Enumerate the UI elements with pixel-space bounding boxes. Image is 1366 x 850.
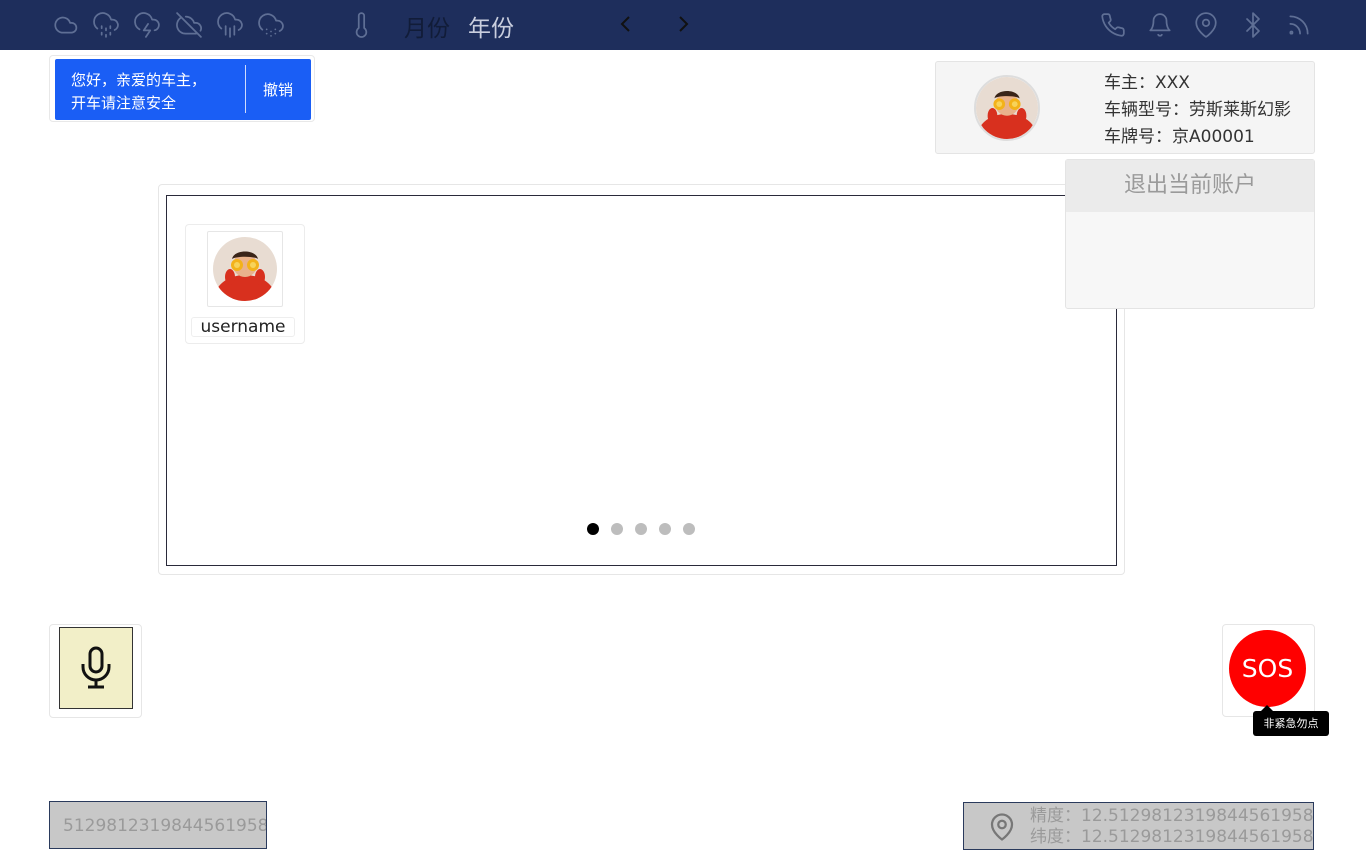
cloud-rain-icon[interactable] (217, 12, 243, 38)
thermometer-icon (349, 12, 375, 38)
rss-icon[interactable] (1286, 12, 1312, 38)
user-photo (207, 231, 283, 307)
carousel-dot-4[interactable] (659, 523, 671, 535)
latitude-text: 纬度：12.5129812319844561958 (1030, 827, 1314, 847)
cloud-snow-icon[interactable] (258, 12, 284, 38)
tab-year[interactable]: 年份 (468, 9, 514, 43)
carousel[interactable]: username (166, 195, 1117, 566)
vehicle-model: 车辆型号：劳斯莱斯幻影 (1104, 100, 1291, 120)
cloud-off-icon[interactable] (176, 12, 202, 38)
user-card[interactable]: username (185, 224, 305, 344)
location-panel: 精度：12.5129812319844561958 纬度：12.51298123… (963, 802, 1314, 850)
voice-button[interactable] (59, 627, 133, 709)
sos-panel: SOS (1222, 624, 1315, 717)
greeting-line-2: 开车请注意安全 (71, 94, 177, 112)
cloud-drizzle-icon[interactable] (93, 12, 119, 38)
carousel-dot-5[interactable] (683, 523, 695, 535)
phone-icon[interactable] (1100, 12, 1126, 38)
owner-name: 车主：XXX (1104, 73, 1190, 93)
next-arrow-icon[interactable] (673, 13, 693, 35)
carousel-pagination (587, 523, 695, 535)
cloud-icon[interactable] (52, 12, 78, 38)
location-pin-icon (987, 811, 1017, 843)
voice-panel (49, 624, 142, 718)
carousel-dot-3[interactable] (635, 523, 647, 535)
sos-tooltip: 非紧急勿点 (1253, 705, 1329, 736)
dismiss-button[interactable]: 撤销 (263, 79, 293, 100)
carousel-dot-2[interactable] (611, 523, 623, 535)
account-dropdown: 退出当前账户 (1065, 159, 1315, 309)
greeting-text: 您好，亲爱的车主， 开车请注意安全 (71, 69, 231, 115)
avatar-image (976, 77, 1038, 139)
divider (245, 65, 246, 113)
map-pin-icon[interactable] (1193, 12, 1219, 38)
license-plate: 车牌号：京A00001 (1104, 127, 1255, 147)
tab-month[interactable]: 月份 (404, 9, 450, 43)
microphone-icon (81, 646, 111, 689)
greeting-notice: 您好，亲爱的车主， 开车请注意安全 撤销 (55, 59, 311, 120)
avatar[interactable] (974, 75, 1040, 141)
cloud-lightning-icon[interactable] (134, 12, 160, 38)
avatar (213, 237, 277, 301)
profile-card[interactable]: 车主：XXX 车辆型号：劳斯莱斯幻影 车牌号：京A00001 (935, 61, 1315, 154)
carousel-dot-1[interactable] (587, 523, 599, 535)
bell-icon[interactable] (1147, 12, 1173, 38)
vehicle-info: 车主：XXX 车辆型号：劳斯莱斯幻影 车牌号：京A00001 (1104, 70, 1291, 151)
sos-button[interactable]: SOS (1229, 630, 1306, 707)
bluetooth-icon[interactable] (1240, 12, 1266, 38)
logout-menu-item[interactable]: 退出当前账户 (1066, 160, 1314, 212)
longitude-text: 精度：12.5129812319844561958 (1030, 806, 1314, 826)
carousel-panel: username (158, 184, 1125, 575)
avatar-image (213, 237, 277, 301)
top-bar: 月份 年份 (0, 0, 1366, 50)
id-number-field: 5129812319844561958 (49, 801, 267, 849)
coordinates: 精度：12.5129812319844561958 纬度：12.51298123… (1030, 806, 1314, 848)
greeting-panel: 您好，亲爱的车主， 开车请注意安全 撤销 (49, 55, 315, 122)
username-label: username (191, 317, 295, 337)
prev-arrow-icon[interactable] (616, 13, 636, 35)
greeting-line-1: 您好，亲爱的车主， (71, 71, 207, 89)
